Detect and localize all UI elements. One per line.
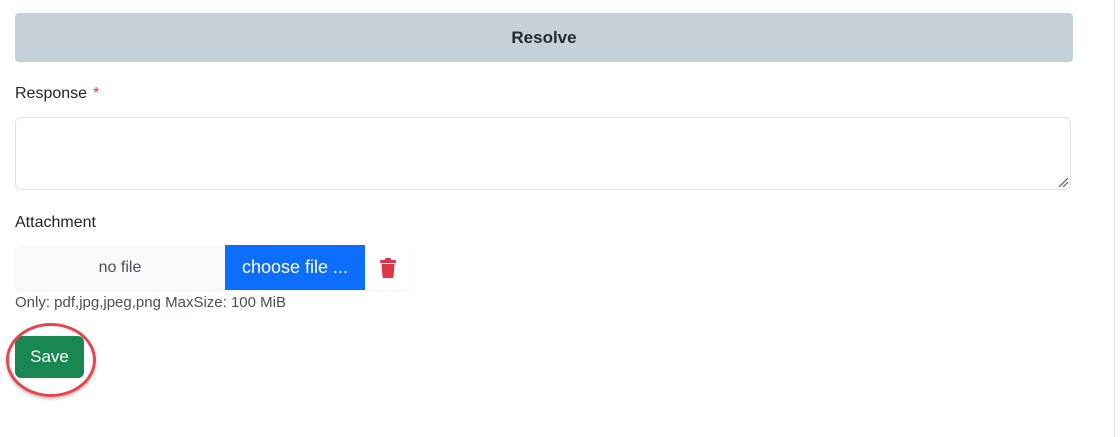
response-textarea[interactable] [15,117,1071,190]
file-type-hint: Only: pdf,jpg,jpeg,png MaxSize: 100 MiB [15,294,286,311]
section-title: Resolve [511,27,577,47]
response-label: Response * [15,85,99,103]
save-button[interactable]: Save [15,336,84,378]
required-marker: * [93,85,100,102]
selected-file-name: no file [15,245,225,290]
delete-file-button[interactable] [365,245,410,290]
file-input-group: no file choose file ... [15,245,410,290]
choose-file-button[interactable]: choose file ... [225,245,365,290]
section-header-resolve: Resolve [15,13,1073,62]
trash-icon [379,257,396,278]
attachment-label: Attachment [15,214,96,231]
response-label-text: Response [15,85,88,102]
resize-grip-icon[interactable] [1057,176,1069,188]
right-divider [1114,0,1115,437]
